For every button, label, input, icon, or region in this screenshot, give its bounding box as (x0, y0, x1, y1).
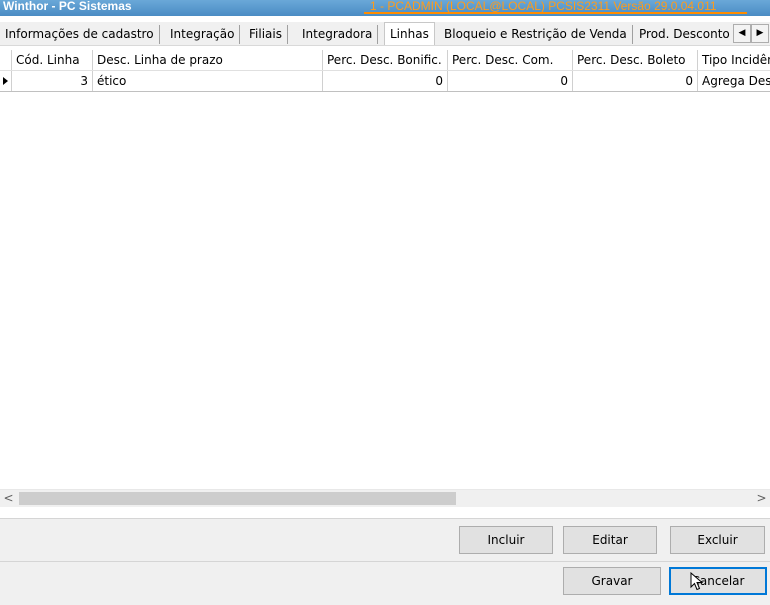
tab-bar: Informações de cadastro Integração Filia… (0, 22, 770, 46)
cell-cod-linha[interactable]: 3 (12, 71, 93, 91)
tab-prod-desconto[interactable]: Prod. Desconto (634, 25, 742, 44)
tab-scroll-right-icon[interactable]: ▶ (751, 24, 769, 43)
incluir-button[interactable]: Incluir (459, 526, 553, 554)
column-header-tipo-incidencia[interactable]: Tipo Incidência (698, 50, 770, 70)
editar-button[interactable]: Editar (563, 526, 657, 554)
cell-tipo-incidencia[interactable]: Agrega Desconto (698, 71, 770, 91)
grid-actions-panel: Incluir Editar Excluir (0, 518, 770, 561)
tab-bloqueio-restricao-venda[interactable]: Bloqueio e Restrição de Venda (439, 25, 633, 44)
column-header-perc-desc-bonific[interactable]: Perc. Desc. Bonific. (323, 50, 448, 70)
cell-perc-desc-com[interactable]: 0 (448, 71, 573, 91)
row-indicator-header (0, 50, 12, 70)
column-header-perc-desc-boleto[interactable]: Perc. Desc. Boleto (573, 50, 698, 70)
window-title-bar: Winthor - PC Sistemas 1 - PCADMIN (LOCAL… (0, 0, 770, 16)
column-header-perc-desc-com[interactable]: Perc. Desc. Com. (448, 50, 573, 70)
tab-filiais[interactable]: Filiais (244, 25, 288, 44)
horizontal-scrollbar[interactable]: < > (0, 489, 770, 507)
scroll-right-icon[interactable]: > (753, 490, 770, 507)
column-header-cod-linha[interactable]: Cód. Linha (12, 50, 93, 70)
tab-integradora[interactable]: Integradora (297, 25, 379, 44)
gravar-button[interactable]: Gravar (563, 567, 661, 595)
excluir-button[interactable]: Excluir (670, 526, 765, 554)
cell-perc-desc-bonific[interactable]: 0 (323, 71, 448, 91)
tab-linhas[interactable]: Linhas (384, 22, 435, 45)
scroll-left-icon[interactable]: < (0, 490, 17, 507)
cell-desc-linha[interactable]: ético (93, 71, 323, 91)
grid-header: Cód. Linha Desc. Linha de prazo Perc. De… (0, 50, 770, 71)
row-indicator (0, 71, 12, 91)
scrollbar-thumb[interactable] (19, 492, 456, 505)
tab-informacoes-cadastro[interactable]: Informações de cadastro (0, 25, 160, 44)
table-row[interactable]: 3 ético 0 0 0 Agrega Desconto (0, 71, 770, 92)
mouse-cursor-icon (690, 572, 704, 591)
column-header-desc-linha[interactable]: Desc. Linha de prazo (93, 50, 323, 70)
save-panel: Gravar Cancelar (0, 561, 770, 605)
tab-integracao[interactable]: Integração (165, 25, 241, 44)
current-row-arrow-icon (3, 77, 8, 85)
cancelar-button[interactable]: Cancelar (669, 567, 767, 595)
tab-scroll-left-icon[interactable]: ◀ (733, 24, 751, 43)
app-title: Winthor - PC Sistemas (3, 0, 132, 13)
cell-perc-desc-boleto[interactable]: 0 (573, 71, 698, 91)
session-info: 1 - PCADMIN (LOCAL@LOCAL) PCSIS2311 Vers… (364, 0, 747, 14)
